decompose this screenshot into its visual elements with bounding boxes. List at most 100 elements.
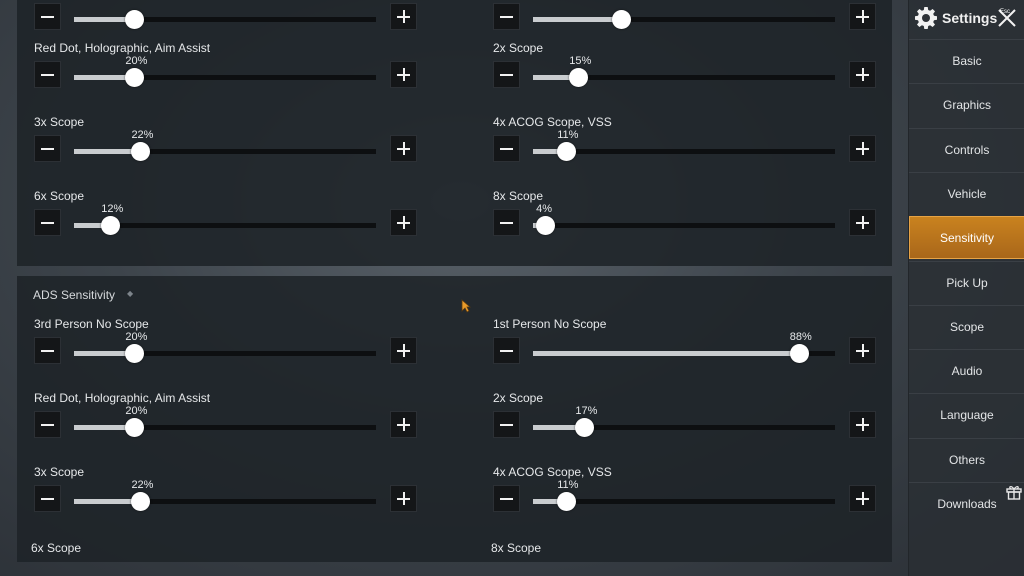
slider-value: 11% [557,479,579,491]
sensitivity-slider[interactable]: 88% [533,331,835,363]
increase-button[interactable] [390,3,417,30]
slider-value: 20% [125,331,148,343]
sensitivity-slider[interactable]: 22% [74,479,376,511]
sensitivity-setting: 2x Scope 15% [493,41,913,113]
increase-button[interactable] [390,411,417,438]
slider-thumb[interactable] [611,10,631,29]
slider-value: 15% [569,55,592,67]
setting-label: 8x Scope [493,189,544,203]
increase-button[interactable] [849,411,876,438]
sensitivity-slider[interactable]: 11% [533,479,835,511]
increase-button[interactable] [390,485,417,512]
setting-label: 1st Person No Scope [493,317,607,331]
decrease-button[interactable] [493,337,520,364]
sensitivity-setting: 4x ACOG Scope, VSS 11% [493,465,913,537]
sensitivity-setting: 1st Person No Scope 88% [493,317,913,389]
increase-button[interactable] [849,3,876,30]
increase-button[interactable] [390,61,417,88]
slider-thumb[interactable] [569,68,589,87]
sensitivity-slider[interactable] [74,10,376,29]
sensitivity-slider[interactable]: 20% [74,405,376,437]
sidebar-item-others[interactable]: Others [909,437,1024,481]
decrease-button[interactable] [34,135,61,162]
slider-thumb[interactable] [125,68,145,87]
decrease-button[interactable] [493,3,520,30]
setting-label: 3x Scope [34,115,85,129]
setting-label: 8x Scope [491,541,542,555]
slider-thumb[interactable] [131,492,151,511]
decrease-button[interactable] [493,135,520,162]
decrease-button[interactable] [34,411,61,438]
setting-label: Red Dot, Holographic, Aim Assist [34,41,211,55]
slider-thumb[interactable] [125,10,145,29]
sensitivity-setting: 3rd Person No Scope 20% [34,317,454,389]
increase-button[interactable] [849,485,876,512]
increase-button[interactable] [390,209,417,236]
gift-icon[interactable] [1006,484,1022,500]
decrease-button[interactable] [493,485,520,512]
sidebar-item-basic[interactable]: Basic [909,39,1024,82]
ads-section-title: ADS Sensitivity [33,288,116,302]
increase-button[interactable] [849,135,876,162]
slider-thumb[interactable] [101,216,121,235]
slider-thumb[interactable] [536,216,556,235]
sensitivity-slider[interactable] [533,10,835,29]
slider-thumb[interactable] [789,344,809,363]
sensitivity-slider[interactable]: 20% [74,55,376,87]
slider-fill [533,351,799,356]
slider-value: 22% [131,129,154,141]
slider-thumb[interactable] [557,142,577,161]
sidebar-item-pick-up[interactable]: Pick Up [909,260,1024,304]
decrease-button[interactable] [34,209,61,236]
decrease-button[interactable] [34,3,61,30]
decrease-button[interactable] [493,61,520,88]
slider-thumb[interactable] [557,492,577,511]
sidebar-item-scope[interactable]: Scope [909,304,1024,348]
sidebar-item-controls[interactable]: Controls [909,127,1024,171]
decrease-button[interactable] [34,337,61,364]
sidebar-item-language[interactable]: Language [909,393,1024,436]
decrease-button[interactable] [34,61,61,88]
sensitivity-setting: 3x Scope 22% [34,115,454,187]
cursor-icon [461,299,471,313]
decrease-button[interactable] [493,411,520,438]
decrease-button[interactable] [493,209,520,236]
slider-value: 22% [131,479,154,491]
increase-button[interactable] [390,337,417,364]
increase-button[interactable] [849,337,876,364]
info-dot-icon: ◆ [127,289,134,298]
sensitivity-slider[interactable]: 17% [533,405,835,437]
gear-icon [915,7,937,29]
increase-button[interactable] [849,209,876,236]
settings-title: Settings [942,10,998,26]
slider-thumb[interactable] [125,344,145,363]
slider-value: 88% [789,331,812,343]
slider-fill [533,17,621,22]
sensitivity-slider[interactable]: 20% [74,331,376,363]
increase-button[interactable] [849,61,876,88]
esc-close-button[interactable]: Esc [996,7,1018,29]
sidebar-header: Settings Esc [909,0,1024,38]
sensitivity-slider[interactable]: 22% [74,129,376,161]
slider-thumb[interactable] [575,418,595,437]
sidebar-item-audio[interactable]: Audio [909,349,1024,392]
sidebar-item-vehicle[interactable]: Vehicle [909,171,1024,215]
sensitivity-setting: Red Dot, Holographic, Aim Assist 20% [34,391,454,463]
sensitivity-setting: 8x Scope 4% [493,189,913,261]
setting-label: 4x ACOG Scope, VSS [493,465,612,479]
slider-value: 11% [557,129,579,141]
sensitivity-setting: 4x ACOG Scope, VSS 11% [493,115,913,187]
slider-thumb[interactable] [131,142,151,161]
sidebar-item-sensitivity[interactable]: Sensitivity [909,216,1024,260]
sidebar-item-graphics[interactable]: Graphics [909,83,1024,126]
increase-button[interactable] [390,135,417,162]
slider-value: 12% [101,203,124,215]
slider-thumb[interactable] [125,418,145,437]
decrease-button[interactable] [34,485,61,512]
setting-label: Red Dot, Holographic, Aim Assist [34,391,211,405]
sensitivity-slider[interactable]: 11% [533,129,835,161]
sensitivity-slider[interactable]: 15% [533,55,835,87]
sensitivity-slider[interactable]: 4% [533,203,835,235]
sensitivity-slider[interactable]: 12% [74,203,376,235]
sensitivity-setting: 3x Scope 22% [34,465,454,537]
